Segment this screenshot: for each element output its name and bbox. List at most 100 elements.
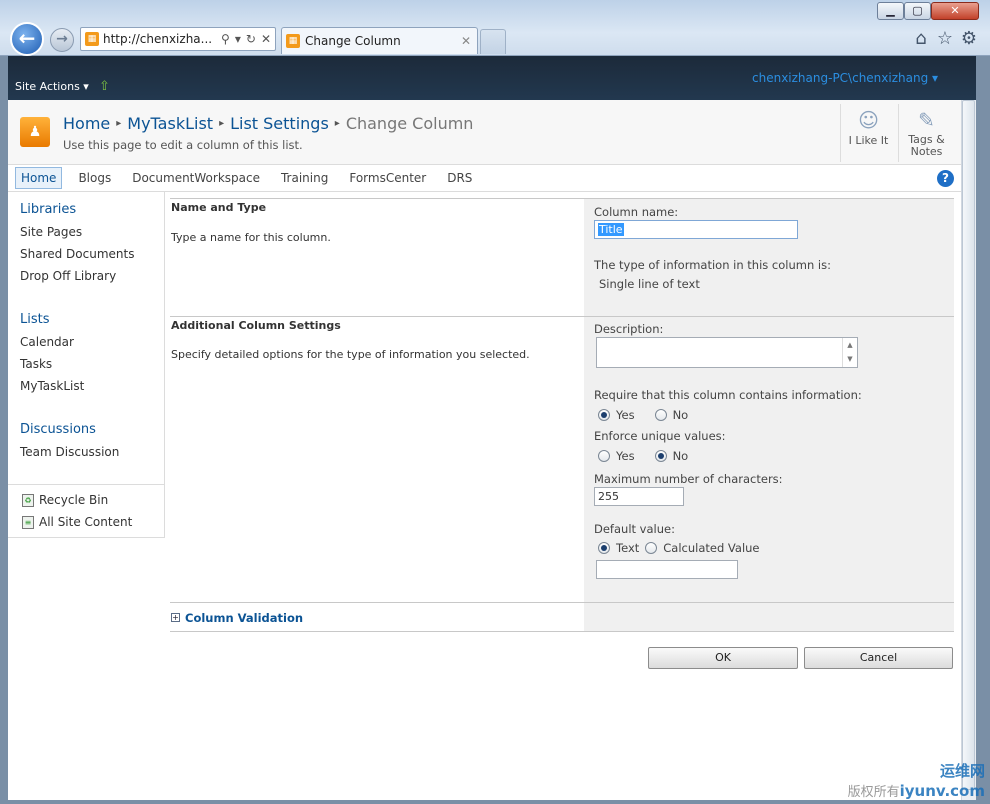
sharepoint-favicon: ▦ [85,32,99,46]
tags-notes-icon: ✎ [918,108,935,132]
site-actions-menu[interactable]: Site Actions ▾ [15,80,89,93]
favorites-star-icon[interactable]: ☆ [935,29,955,49]
watermark-line-1: 运维网 [939,762,985,780]
i-like-it-button[interactable]: ☺ I Like It [840,104,896,162]
ql-drop-off-library[interactable]: Drop Off Library [20,269,116,283]
column-name-label: Column name: [594,205,679,219]
nav-blogs[interactable]: Blogs [73,168,116,188]
ql-libraries-heading[interactable]: Libraries [20,202,76,217]
ql-shared-documents[interactable]: Shared Documents [20,247,134,261]
breadcrumb: Home ▸ MyTaskList ▸ List Settings ▸ Chan… [63,114,473,133]
default-text-radio[interactable] [598,542,610,554]
stop-icon[interactable]: ✕ [261,32,271,46]
recycle-bin-label: Recycle Bin [39,493,109,507]
name-type-title: Name and Type [171,201,267,214]
require-yes-label: Yes [616,408,635,422]
default-radio-group: Text Calculated Value [598,541,760,555]
require-no-label: No [672,408,689,422]
description-textarea[interactable] [596,337,858,368]
column-validation-link[interactable]: Column Validation [185,611,303,625]
breadcrumb-separator-icon: ▸ [334,118,340,129]
forward-arrow-icon: → [56,31,68,47]
nav-formscenter[interactable]: FormsCenter [344,168,431,188]
default-value-input[interactable] [596,560,738,579]
column-type-value: Single line of text [599,277,700,291]
address-bar[interactable]: ▦ http://chenxizha... ⚲ ▾ ↻ ✕ [80,27,276,51]
tab-change-column[interactable]: ▦ Change Column ✕ [281,27,478,54]
ql-tasks[interactable]: Tasks [20,357,52,371]
breadcrumb-current: Change Column [345,114,474,133]
gear-icon[interactable]: ⚙ [959,29,979,49]
site-logo-icon[interactable]: ♟ [20,117,50,147]
unique-radio-group: Yes No [598,449,688,463]
ql-divider [8,484,165,485]
forward-button[interactable]: → [50,28,74,52]
recycle-bin-icon: ♻ [22,493,34,507]
address-text: http://chenxizha... [103,32,213,46]
tags-notes-button[interactable]: ✎ Tags & Notes [898,104,954,162]
additional-settings-description: Specify detailed options for the type of… [171,348,530,361]
navigate-up-icon[interactable]: ⇧ [99,80,115,94]
breadcrumb-home[interactable]: Home [63,114,110,133]
watermark-prefix: 版权所有 [847,785,900,800]
dropdown-icon[interactable]: ▾ [235,32,241,46]
default-text-label: Text [616,541,640,555]
ql-discussions-heading[interactable]: Discussions [20,422,96,437]
nav-documentworkspace[interactable]: DocumentWorkspace [127,168,265,188]
page-scroll-thumb[interactable] [962,100,975,790]
watermark-line-2: iyunv.com [899,782,985,800]
home-icon[interactable]: ⌂ [911,29,931,49]
tab-close-icon[interactable]: ✕ [461,34,471,48]
require-yes-radio[interactable] [598,409,610,421]
nav-home[interactable]: Home [15,167,63,189]
search-icon[interactable]: ⚲ [221,32,230,46]
additional-settings-title: Additional Column Settings [171,319,341,332]
unique-yes-radio[interactable] [598,450,610,462]
column-type-label: The type of information in this column i… [594,258,831,272]
ql-calendar[interactable]: Calendar [20,335,74,349]
ql-mytasklist[interactable]: MyTaskList [20,379,84,393]
new-tab-button[interactable] [480,29,506,54]
ql-site-pages[interactable]: Site Pages [20,225,82,239]
max-chars-label: Maximum number of characters: [594,472,783,486]
breadcrumb-separator-icon: ▸ [116,118,122,129]
unique-no-radio[interactable] [654,450,667,462]
back-button[interactable]: ← [10,22,44,56]
max-chars-input[interactable]: 255 [594,487,684,506]
default-calculated-radio[interactable] [645,542,658,554]
scroll-up-icon[interactable]: ▲ [847,341,852,349]
default-calculated-label: Calculated Value [663,541,760,555]
refresh-icon[interactable]: ↻ [246,32,256,46]
all-site-content-label: All Site Content [39,515,133,529]
require-label: Require that this column contains inform… [594,388,862,402]
unique-label: Enforce unique values: [594,429,726,443]
breadcrumb-mytasklist[interactable]: MyTaskList [127,114,213,133]
maximize-button[interactable]: ▢ [904,2,931,20]
close-window-button[interactable]: ✕ [931,2,979,20]
ql-team-discussion[interactable]: Team Discussion [20,445,119,459]
unique-no-label: No [672,449,689,463]
ql-recycle-bin[interactable]: ♻ Recycle Bin [22,493,108,507]
ql-lists-heading[interactable]: Lists [20,312,50,327]
ok-button[interactable]: OK [648,647,798,669]
nav-training[interactable]: Training [276,168,333,188]
help-icon[interactable]: ? [937,170,954,187]
cancel-button[interactable]: Cancel [804,647,953,669]
unique-yes-label: Yes [616,449,635,463]
breadcrumb-list-settings[interactable]: List Settings [230,114,329,133]
top-navigation: Home Blogs DocumentWorkspace Training Fo… [8,165,961,192]
scroll-down-icon[interactable]: ▼ [847,355,852,363]
expand-plus-icon[interactable]: + [171,613,180,622]
minimize-button[interactable]: ▁ [877,2,904,20]
description-scrollbar[interactable]: ▲ ▼ [842,338,857,367]
column-name-value: Title [598,223,624,236]
column-name-input[interactable]: Title [594,220,798,239]
name-type-section [170,198,584,316]
require-no-radio[interactable] [654,409,667,421]
ql-all-site-content[interactable]: ≡ All Site Content [22,515,132,529]
breadcrumb-separator-icon: ▸ [219,118,225,129]
page-description: Use this page to edit a column of this l… [63,138,303,152]
name-type-description: Type a name for this column. [171,231,331,244]
nav-drs[interactable]: DRS [442,168,477,188]
user-menu[interactable]: chenxizhang-PC\chenxizhang ▾ [752,71,938,85]
